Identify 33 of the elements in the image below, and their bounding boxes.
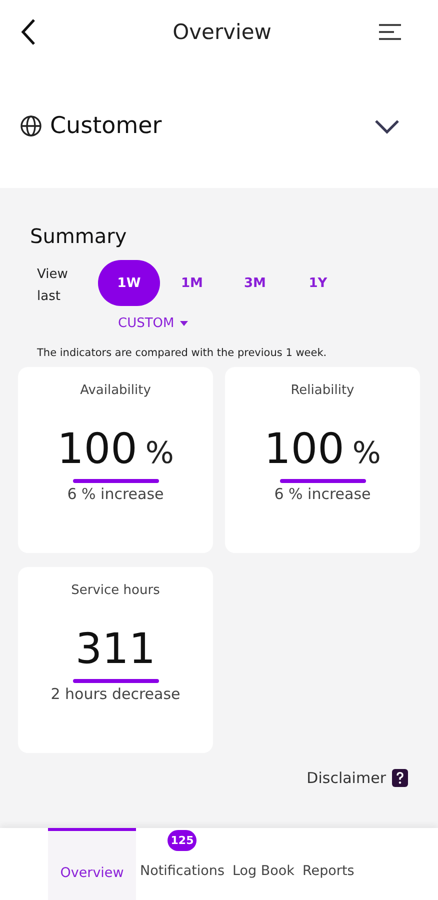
site-name: Customer bbox=[50, 113, 162, 139]
period-tab[interactable]: 1W bbox=[98, 260, 160, 306]
metric-title: Reliability bbox=[290, 383, 354, 398]
metric-unit: % bbox=[145, 436, 174, 471]
nav-tab[interactable]: Overview bbox=[48, 828, 136, 900]
section-title: Summary bbox=[30, 224, 128, 248]
menu-icon[interactable] bbox=[378, 23, 402, 41]
page-title: Overview bbox=[172, 20, 272, 44]
metric-change: 6 % increase bbox=[274, 485, 371, 503]
globe-icon bbox=[20, 115, 42, 137]
metric-value: 100 bbox=[57, 424, 138, 473]
custom-dropdown[interactable]: CUSTOM bbox=[118, 312, 188, 335]
back-icon[interactable] bbox=[20, 18, 36, 46]
metric-value: 100 bbox=[264, 424, 344, 473]
metric-change: 2 hours decrease bbox=[50, 685, 180, 703]
count-badge: 125 bbox=[168, 830, 197, 851]
view-label: View last bbox=[37, 266, 69, 306]
metric-title: Availability bbox=[80, 383, 151, 398]
nav-tab[interactable]: Notifications 125 bbox=[136, 828, 228, 900]
chevron-icon[interactable] bbox=[374, 118, 400, 134]
help-icon[interactable] bbox=[392, 769, 408, 787]
metric-title: Service hours bbox=[71, 583, 160, 598]
period-tab[interactable]: 1Y bbox=[287, 260, 349, 306]
nav-tab[interactable]: Reports bbox=[298, 828, 358, 900]
metric-change: 6 % increase bbox=[67, 485, 164, 503]
metric-unit: % bbox=[352, 436, 381, 471]
disclaimer-link[interactable]: Disclaimer bbox=[306, 769, 386, 787]
caret-icon bbox=[180, 321, 188, 326]
period-tab[interactable]: 3M bbox=[224, 260, 286, 306]
note-text: The indicators are compared with the previous 1 week. bbox=[37, 347, 328, 359]
metric-value: 311 bbox=[75, 624, 156, 673]
nav-tab[interactable]: Log Book bbox=[228, 828, 299, 900]
period-tab[interactable]: 1M bbox=[161, 260, 223, 306]
